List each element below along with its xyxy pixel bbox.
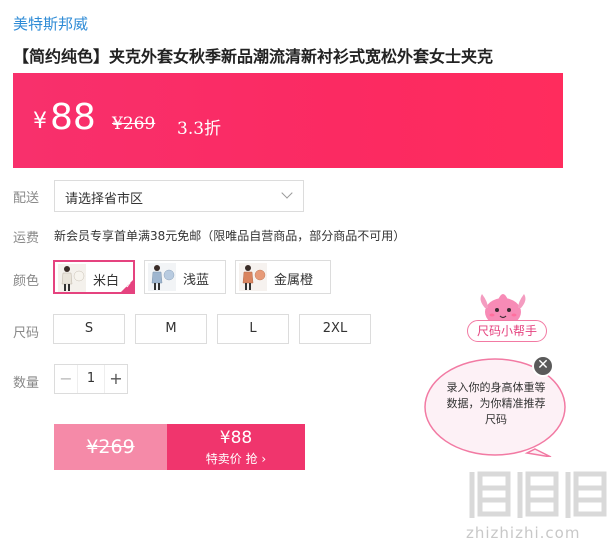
color-option-cream[interactable]: 米白 ✓ (53, 260, 135, 294)
price-banner: ¥ 88 ¥269 3.3折 (13, 73, 563, 168)
size-helper-text: 录入你的身高体重等数据，为你精准推荐尺码 (446, 381, 546, 426)
color-label: 颜色 (13, 274, 40, 289)
region-select[interactable]: 请选择省市区 (54, 180, 304, 212)
quantity-decrease-button[interactable]: − (55, 365, 77, 393)
color-option-light-blue[interactable]: 浅蓝 (144, 260, 226, 294)
buy-action-label: 特卖价 抢 › (205, 452, 267, 466)
size-option-l[interactable]: L (217, 314, 289, 344)
checkmark-icon: ✓ (125, 281, 132, 290)
shipping-label: 运费 (13, 231, 40, 246)
buy-original-price-text: ¥269 (86, 436, 135, 458)
buy-price: ¥88 (219, 428, 253, 448)
buy-button-group: ¥269 ¥88 特卖价 抢 › (54, 424, 305, 470)
delivery-label: 配送 (13, 191, 40, 206)
close-icon[interactable]: ✕ (532, 355, 554, 377)
light-blue-jacket-thumbnail-icon (148, 263, 176, 291)
color-option-label: 金属橙 (274, 273, 314, 288)
quantity-increase-button[interactable]: + (105, 365, 127, 393)
buy-original-price: ¥269 (54, 424, 167, 470)
size-option-m[interactable]: M (135, 314, 207, 344)
orange-jacket-thumbnail-icon (239, 263, 267, 291)
shipping-text: 新会员专享首单满38元免邮（限唯品自营商品，部分商品不可用） (54, 229, 406, 243)
buy-now-button[interactable]: ¥88 特卖价 抢 › (167, 424, 305, 470)
price-currency: ¥ (33, 109, 47, 134)
quantity-stepper: − 1 + (54, 364, 128, 394)
quantity-value[interactable]: 1 (77, 365, 105, 393)
size-label: 尺码 (13, 326, 40, 341)
chevron-down-icon (281, 187, 293, 199)
color-option-label: 浅蓝 (183, 273, 210, 288)
size-option-2xl[interactable]: 2XL (299, 314, 371, 344)
color-option-metallic-orange[interactable]: 金属橙 (235, 260, 331, 294)
price-discount: 3.3折 (177, 119, 222, 139)
color-option-label: 米白 (93, 274, 120, 289)
quantity-label: 数量 (13, 376, 40, 391)
size-helper-button[interactable]: 尺码小帮手 (467, 320, 547, 342)
price-original: ¥269 (112, 114, 156, 134)
watermark-text: zhizhizhi.com (466, 524, 581, 542)
size-option-s[interactable]: S (53, 314, 125, 344)
watermark-logo-icon (469, 471, 607, 518)
cream-jacket-thumbnail-icon (58, 264, 86, 292)
product-title: 【简约纯色】夹克外套女秋季新品潮流清新衬衫式宽松外套女士夹克 (13, 47, 494, 66)
brand-link[interactable]: 美特斯邦威 (13, 13, 88, 34)
region-select-placeholder: 请选择省市区 (65, 192, 144, 207)
price-current: 88 (50, 97, 96, 138)
